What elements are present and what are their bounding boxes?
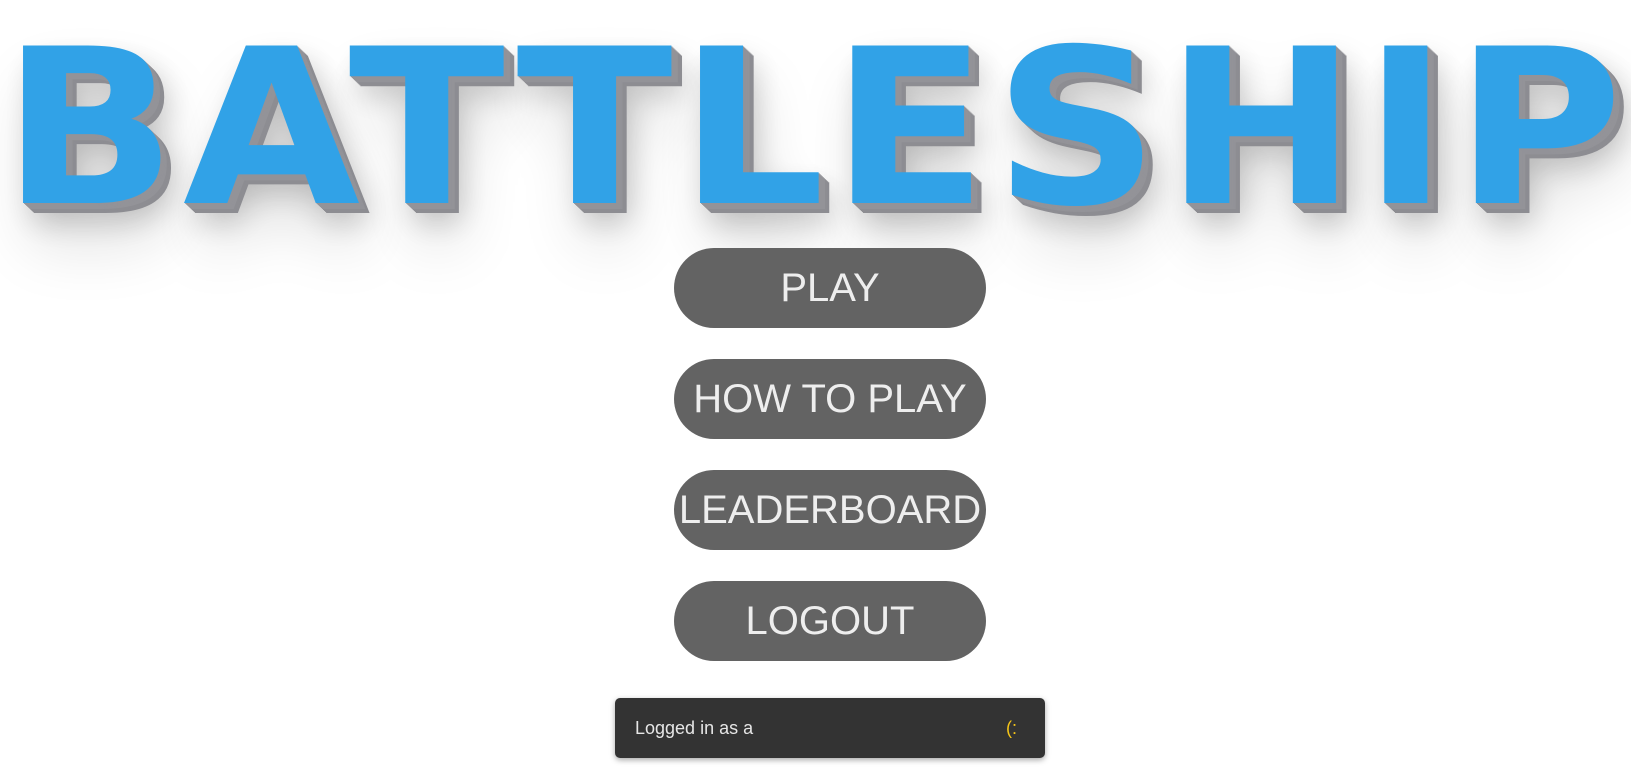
main-menu: PLAY HOW TO PLAY LEADERBOARD LOGOUT	[674, 248, 986, 692]
logout-button[interactable]: LOGOUT	[674, 581, 986, 661]
smiley-emoticon: (:	[1006, 718, 1017, 738]
play-button[interactable]: PLAY	[674, 248, 986, 328]
main-menu-page: BATTLESHIP PLAY HOW TO PLAY LEADERBOARD …	[0, 0, 1631, 772]
login-status-text: Logged in as a	[635, 718, 754, 738]
login-status-bar: Logged in as a (:	[615, 698, 1045, 758]
how-to-play-button[interactable]: HOW TO PLAY	[674, 359, 986, 439]
game-title: BATTLESHIP	[2, 3, 1629, 254]
leaderboard-button[interactable]: LEADERBOARD	[674, 470, 986, 550]
